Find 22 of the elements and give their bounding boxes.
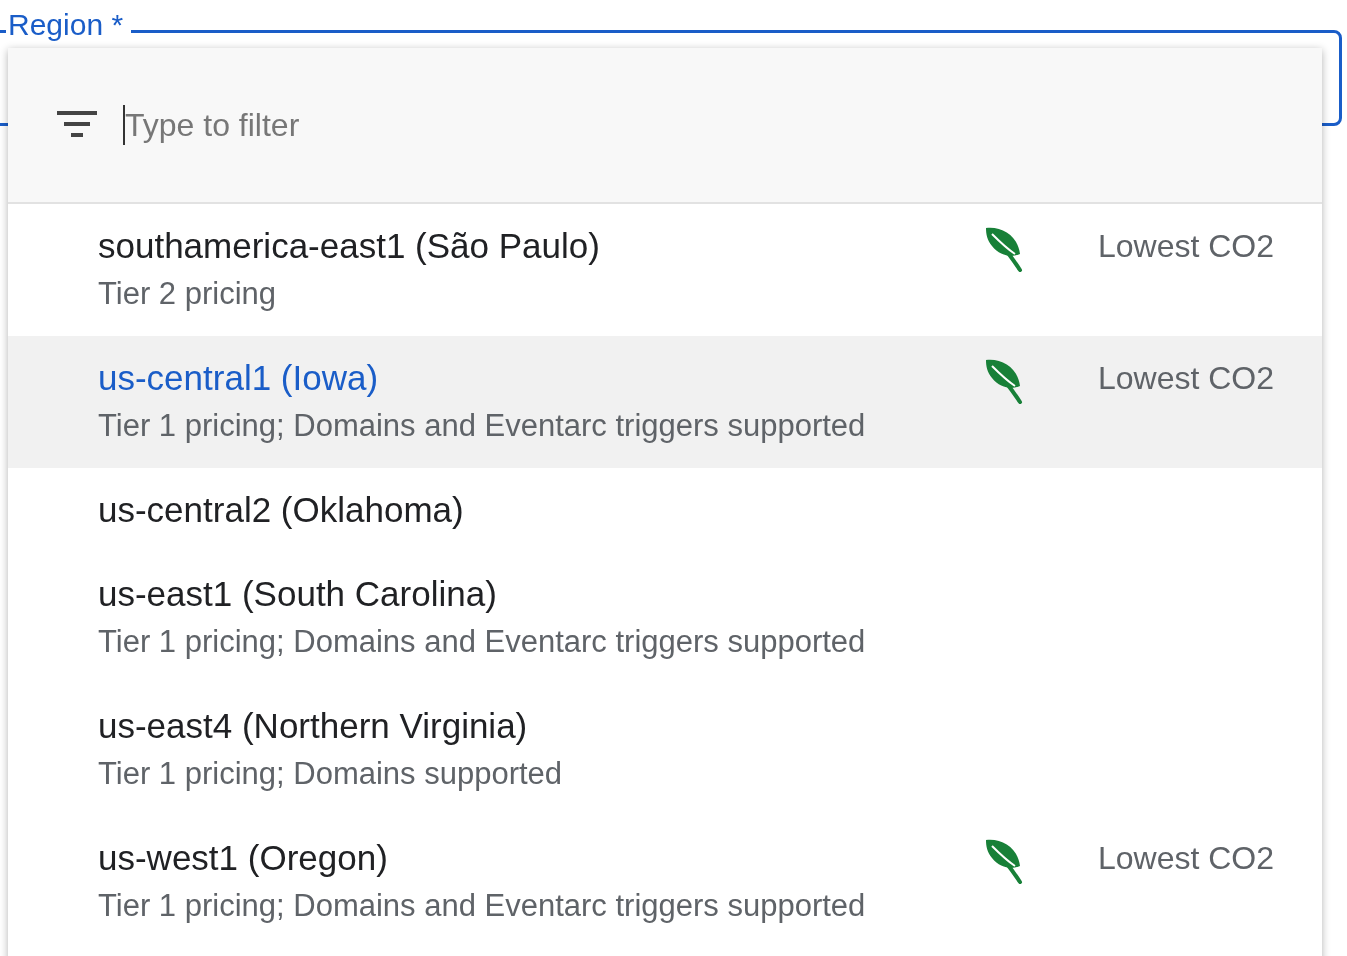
filter-input[interactable]: Type to filter	[125, 106, 625, 144]
region-option[interactable]: us-central1 (Iowa) Tier 1 pricing; Domains and Eventarc triggers supported Lowest CO2	[8, 336, 1322, 468]
region-name: us-east4 (Northern Virginia)	[98, 705, 528, 747]
pricing-detail: Tier 2 pricing	[98, 275, 277, 313]
region-name: us-central1 (Iowa)	[98, 357, 379, 399]
pricing-detail: Tier 1 pricing; Domains and Eventarc triggers supported	[98, 407, 866, 445]
region-option[interactable]: us-east4 (Northern Virginia) Tier 1 pricing; Domains supported	[8, 684, 1322, 816]
pricing-detail: Tier 1 pricing; Domains supported	[98, 755, 563, 793]
region-name: us-central2 (Oklahoma)	[98, 489, 464, 531]
filter-icon	[57, 111, 97, 139]
region-name: us-west1 (Oregon)	[98, 837, 388, 879]
region-name: us-east1 (South Carolina)	[98, 573, 497, 615]
pricing-detail: Tier 1 pricing; Domains and Eventarc triggers supported	[98, 623, 866, 661]
region-option[interactable]: southamerica-east1 (São Paulo) Tier 2 pricing Lowest CO2	[8, 204, 1322, 336]
co2-label: Lowest CO2	[1097, 227, 1274, 266]
region-name: southamerica-east1 (São Paulo)	[98, 225, 600, 267]
region-option[interactable]: us-central2 (Oklahoma)	[8, 468, 1322, 552]
region-option[interactable]: us-east1 (South Carolina) Tier 1 pricing; Domains and Eventarc triggers supported	[8, 552, 1322, 684]
pricing-detail: Tier 1 pricing; Domains and Eventarc triggers supported	[98, 887, 866, 925]
region-option[interactable]: us-west1 (Oregon) Tier 1 pricing; Domains and Eventarc triggers supported Lowest CO2	[8, 816, 1322, 948]
co2-label: Lowest CO2	[1097, 839, 1274, 878]
co2-label: Lowest CO2	[1097, 359, 1274, 398]
